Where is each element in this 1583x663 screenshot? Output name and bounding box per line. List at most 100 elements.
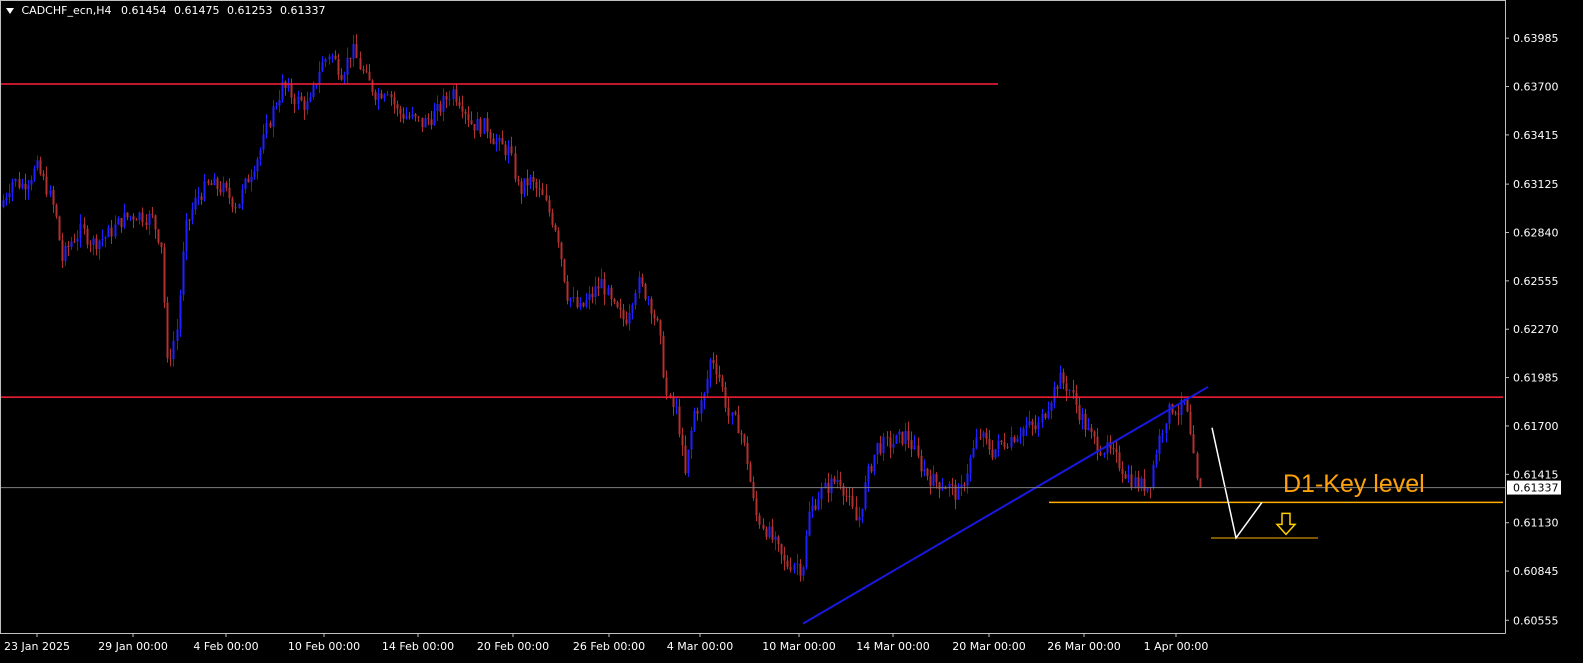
bear-candle <box>247 178 250 183</box>
bull-candle <box>352 44 355 59</box>
bull-candle <box>176 329 179 341</box>
price-tick-label: 0.61700 <box>1513 420 1559 433</box>
bear-candle <box>464 111 467 114</box>
time-tick-label: 4 Mar 00:00 <box>667 640 733 653</box>
bear-candle <box>368 71 371 81</box>
bull-candle <box>250 176 253 183</box>
bull-candle <box>405 116 408 119</box>
bull-candle <box>1168 404 1171 424</box>
bull-candle <box>191 209 194 221</box>
bear-candle <box>160 242 163 248</box>
bull-candle <box>448 99 451 101</box>
bull-candle <box>241 189 244 204</box>
bear-candle <box>799 563 802 576</box>
bear-candle <box>228 187 231 199</box>
bull-candle <box>675 406 678 408</box>
bull-candle <box>892 443 895 448</box>
bull-candle <box>275 105 278 107</box>
price-tick-label: 0.60555 <box>1513 614 1559 627</box>
bull-candle <box>259 149 262 160</box>
bull-candle <box>33 168 36 181</box>
bear-candle <box>1174 412 1177 414</box>
bear-candle <box>746 442 749 465</box>
bull-candle <box>882 436 885 454</box>
bear-candle <box>721 377 724 387</box>
bull-candle <box>1161 433 1164 436</box>
bear-candle <box>1034 425 1037 430</box>
bull-candle <box>36 160 39 169</box>
bull-candle <box>808 511 811 536</box>
bull-candle <box>1155 454 1158 465</box>
bull-candle <box>830 478 833 494</box>
bear-candle <box>554 224 557 231</box>
bear-candle <box>334 55 337 59</box>
bear-candle <box>399 108 402 114</box>
bear-candle <box>566 281 569 301</box>
bear-candle <box>89 244 92 246</box>
bull-candle <box>1152 464 1155 488</box>
bear-candle <box>1075 392 1078 405</box>
bull-candle <box>483 118 486 134</box>
bear-candle <box>371 80 374 93</box>
bull-candle <box>179 295 182 330</box>
bull-candle <box>824 482 827 488</box>
bull-candle <box>1134 477 1137 488</box>
bull-candle <box>297 96 300 105</box>
bear-candle <box>650 298 653 314</box>
bear-candle <box>163 247 166 303</box>
bear-candle <box>879 442 882 454</box>
bear-candle <box>672 396 675 408</box>
bear-candle <box>917 445 920 456</box>
bull-candle <box>272 106 275 127</box>
bull-candle <box>436 104 439 112</box>
bear-candle <box>1124 474 1127 479</box>
bear-candle <box>1115 448 1118 453</box>
bear-candle <box>467 113 470 121</box>
bull-candle <box>957 488 960 500</box>
bull-candle <box>836 479 839 482</box>
bull-candle <box>631 305 634 313</box>
bull-candle <box>14 179 17 182</box>
bull-candle <box>2 200 5 208</box>
d1-key-level-label: D1-Key level <box>1283 470 1425 498</box>
bear-candle <box>355 44 358 59</box>
bear-candle <box>421 117 424 128</box>
bear-candle <box>712 359 715 364</box>
bull-candle <box>309 97 312 102</box>
bull-candle <box>79 224 82 239</box>
bear-candle <box>169 358 172 360</box>
bull-candle <box>579 302 582 308</box>
bear-candle <box>284 81 287 89</box>
bull-candle <box>600 279 603 289</box>
bear-candle <box>470 120 473 124</box>
bear-candle <box>582 302 585 307</box>
bear-candle <box>135 219 138 221</box>
bear-candle <box>430 119 433 125</box>
bear-candle <box>141 212 144 223</box>
bear-candle <box>755 498 758 516</box>
bear-candle <box>200 196 203 200</box>
bull-candle <box>452 89 455 100</box>
bull-candle <box>117 218 120 225</box>
bear-candle <box>765 528 768 537</box>
low-value: 0.61253 <box>227 4 273 17</box>
bear-candle <box>269 122 272 127</box>
bull-candle <box>256 159 259 172</box>
bull-candle <box>306 101 309 110</box>
price-tick-label: 0.63125 <box>1513 178 1559 191</box>
bear-candle <box>458 101 461 107</box>
bear-candle <box>954 484 957 500</box>
bear-candle <box>563 259 566 282</box>
bear-candle <box>610 287 613 300</box>
price-chart[interactable]: D1-Key level 0.63985 0.63700 0.63415 0.6312… <box>0 0 1583 663</box>
bear-candle <box>727 407 730 416</box>
bull-candle <box>1106 442 1109 454</box>
bear-candle <box>145 222 148 226</box>
bear-candle <box>1192 434 1195 454</box>
bear-candle <box>684 445 687 474</box>
bear-candle <box>157 229 160 243</box>
bull-candle <box>634 292 637 306</box>
dropdown-triangle-icon[interactable] <box>6 8 14 14</box>
bull-candle <box>498 137 501 142</box>
time-tick-label: 1 Apr 00:00 <box>1144 640 1209 653</box>
